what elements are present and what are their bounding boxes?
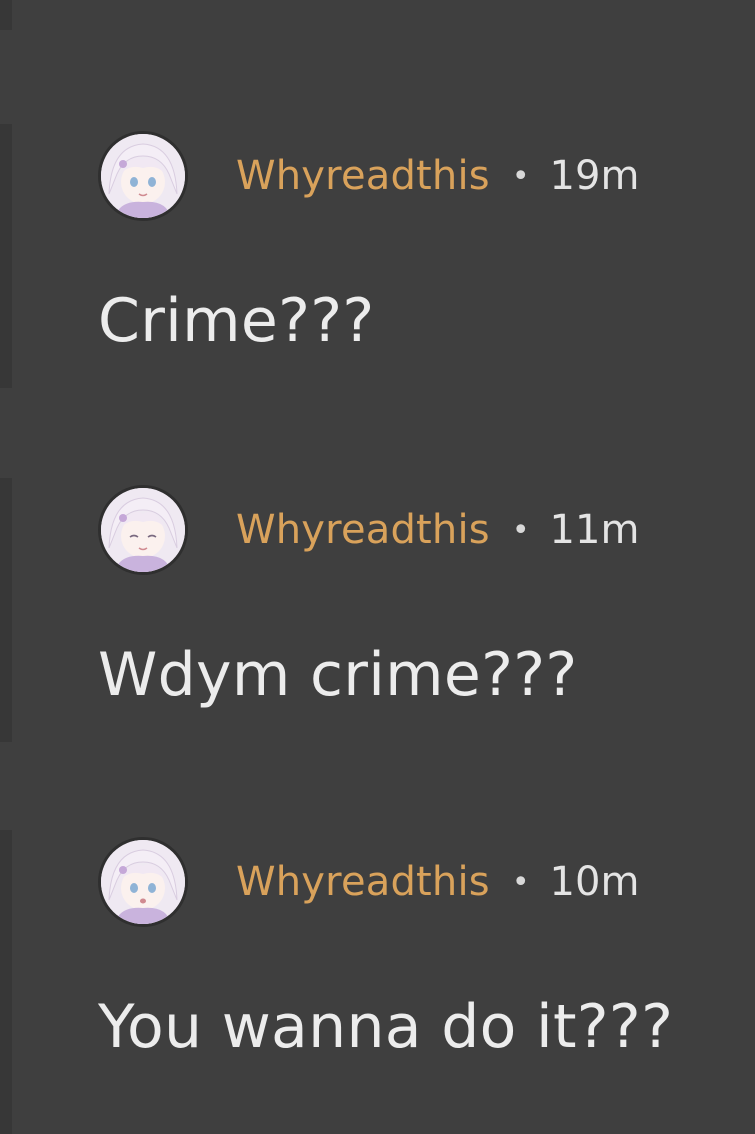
- separator-dot: •: [511, 864, 530, 900]
- comment-timestamp: 10m: [549, 859, 640, 905]
- comment-text: You wanna do it???: [98, 992, 674, 1062]
- avatar[interactable]: [98, 131, 188, 221]
- avatar[interactable]: [98, 837, 188, 927]
- comment-author[interactable]: Whyreadthis: [236, 859, 490, 905]
- anime-girl-avatar-icon: [101, 134, 185, 218]
- comment-text: Wdym crime???: [98, 640, 578, 710]
- comment-author[interactable]: Whyreadthis: [236, 507, 490, 553]
- anime-girl-avatar-icon: [101, 840, 185, 924]
- comment-item: Whyreadthis • 19m Crime???: [0, 124, 755, 454]
- separator-dot: •: [511, 512, 530, 548]
- thread-line[interactable]: [0, 0, 12, 30]
- separator-dot: •: [511, 158, 530, 194]
- comment-header: Whyreadthis • 10m: [98, 834, 639, 930]
- comment-thread: Whyreadthis • 19m Crime??? Whyreadthis •…: [0, 0, 755, 1134]
- comment-timestamp: 19m: [549, 153, 640, 199]
- comment-author[interactable]: Whyreadthis: [236, 153, 490, 199]
- comment-header: Whyreadthis • 11m: [98, 482, 639, 578]
- comment-item: Whyreadthis • 11m Wdym crime???: [0, 478, 755, 808]
- comment-text: Crime???: [98, 286, 375, 356]
- comment-timestamp: 11m: [549, 507, 640, 553]
- avatar[interactable]: [98, 485, 188, 575]
- anime-girl-avatar-icon: [101, 488, 185, 572]
- comment-header: Whyreadthis • 19m: [98, 128, 639, 224]
- comment-item: Whyreadthis • 10m You wanna do it???: [0, 830, 755, 1134]
